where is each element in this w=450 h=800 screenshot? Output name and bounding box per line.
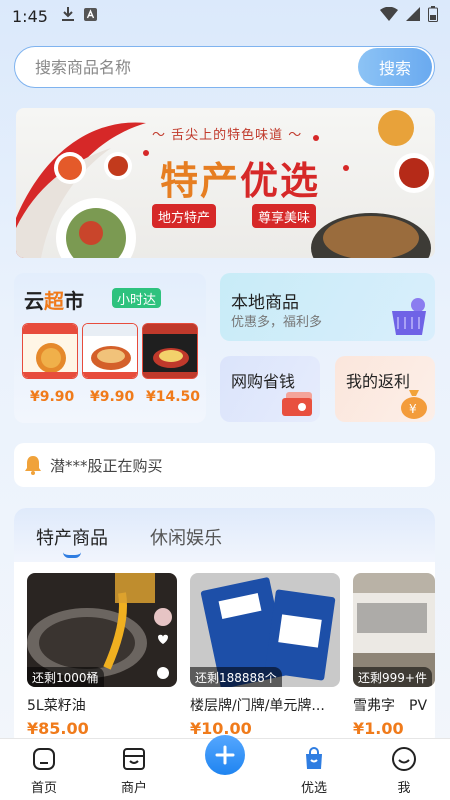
wifi-icon bbox=[380, 6, 398, 25]
hourly-delivery-badge: 小时达 bbox=[112, 288, 162, 308]
shopping-basket-icon bbox=[392, 298, 426, 335]
plus-icon bbox=[215, 745, 235, 765]
local-goods-subtitle: 优惠多，福利多 bbox=[231, 315, 323, 330]
active-tab-indicator bbox=[63, 552, 81, 558]
signal-icon bbox=[406, 7, 420, 25]
product-image: 还剩188888个 bbox=[190, 573, 340, 687]
svg-text:¥: ¥ bbox=[409, 402, 417, 416]
clock: 1:45 bbox=[12, 6, 48, 26]
store-icon bbox=[104, 745, 164, 773]
battery-icon bbox=[428, 6, 438, 26]
shopping-bag-icon bbox=[284, 745, 344, 773]
banner-title: 特产优选 bbox=[160, 159, 321, 203]
product-price: ¥9.90 bbox=[30, 389, 75, 405]
supermarket-product-image[interactable] bbox=[142, 323, 198, 379]
banner-subtitle: ～ 舌尖上的特色味道 ～ bbox=[152, 128, 303, 143]
tab-specialty[interactable]: 特产商品 bbox=[36, 524, 108, 550]
online-save-title: 网购省钱 bbox=[231, 372, 296, 391]
product-price: ¥9.90 bbox=[90, 389, 135, 405]
online-save-card[interactable]: 网购省钱 bbox=[220, 356, 320, 422]
tabbar-label: 首页 bbox=[30, 781, 57, 796]
font-app-icon bbox=[83, 7, 97, 25]
tabbar-label: 商户 bbox=[120, 781, 147, 796]
product-price: ¥14.50 bbox=[146, 389, 201, 405]
cloud-supermarket-card[interactable]: 云超市 小时达 ¥9.90 ¥9.90 ¥14.50 bbox=[14, 273, 206, 423]
notice-text: 潜***股正在购买 bbox=[50, 456, 163, 475]
stock-label: 还剩999+件 bbox=[353, 667, 432, 687]
bell-icon bbox=[25, 456, 41, 475]
product-price: ¥10.00 bbox=[190, 719, 252, 738]
download-icon bbox=[61, 7, 74, 25]
banner-tag-left: 地方特产 bbox=[152, 204, 217, 228]
money-bag-icon: ¥ bbox=[401, 390, 427, 419]
coupon-icon bbox=[282, 392, 312, 416]
search-input[interactable] bbox=[15, 57, 358, 77]
cloud-supermarket-title: 云超市 bbox=[24, 289, 84, 313]
status-bar: 1:45 bbox=[0, 0, 450, 32]
product-price: ¥85.00 bbox=[27, 719, 89, 738]
tabbar-item-me[interactable]: 我 bbox=[374, 745, 434, 796]
product-image: 还剩1000桶 bbox=[27, 573, 177, 687]
home-icon bbox=[14, 745, 74, 773]
tabbar-label: 我 bbox=[397, 781, 411, 796]
tabbar-item-merchant[interactable]: 商户 bbox=[104, 745, 164, 796]
stock-label: 还剩188888个 bbox=[190, 667, 282, 687]
local-goods-card[interactable]: 本地商品 优惠多，福利多 bbox=[220, 273, 435, 341]
feed-tabs: 特产商品 休闲娱乐 bbox=[14, 508, 435, 562]
supermarket-product-image[interactable] bbox=[22, 323, 78, 379]
product-card[interactable]: 还剩999+件 雪弗字 PV ¥1.00 bbox=[353, 573, 435, 738]
purchase-notice: 潜***股正在购买 bbox=[14, 443, 435, 487]
stock-label: 还剩1000桶 bbox=[27, 667, 104, 687]
my-rebate-card[interactable]: 我的返利 ¥ bbox=[335, 356, 435, 422]
product-price: ¥1.00 bbox=[353, 719, 404, 738]
product-name: 5L菜籽油 bbox=[27, 698, 86, 714]
banner-tag-right: 尊享美味 bbox=[252, 204, 317, 228]
promo-banner[interactable]: ～ 舌尖上的特色味道 ～ 特产优选 地方特产 尊享美味 bbox=[16, 108, 435, 258]
add-button[interactable] bbox=[205, 735, 245, 775]
product-feed: 特产商品 休闲娱乐 还剩1000桶 5L菜籽油 ¥85.00 还剩188888个… bbox=[14, 508, 435, 748]
supermarket-product-image[interactable] bbox=[82, 323, 138, 379]
tabbar-item-selection[interactable]: 优选 bbox=[284, 745, 344, 796]
product-card[interactable]: 还剩1000桶 5L菜籽油 ¥85.00 bbox=[27, 573, 177, 738]
product-image: 还剩999+件 bbox=[353, 573, 435, 687]
tabbar-label: 优选 bbox=[300, 781, 327, 796]
search-bar: 搜索 bbox=[14, 46, 435, 88]
tabbar-item-home[interactable]: 首页 bbox=[14, 745, 74, 796]
product-card[interactable]: 还剩188888个 楼层牌/门牌/单元牌... ¥10.00 bbox=[190, 573, 340, 738]
bottom-tab-bar: 首页 商户 优选 我 bbox=[0, 735, 450, 800]
product-name: 雪弗字 PV bbox=[353, 698, 428, 714]
local-goods-title: 本地商品 bbox=[231, 293, 299, 313]
smile-icon bbox=[374, 745, 434, 773]
product-name: 楼层牌/门牌/单元牌... bbox=[190, 698, 325, 714]
tab-leisure[interactable]: 休闲娱乐 bbox=[150, 524, 222, 550]
search-button[interactable]: 搜索 bbox=[358, 48, 432, 86]
